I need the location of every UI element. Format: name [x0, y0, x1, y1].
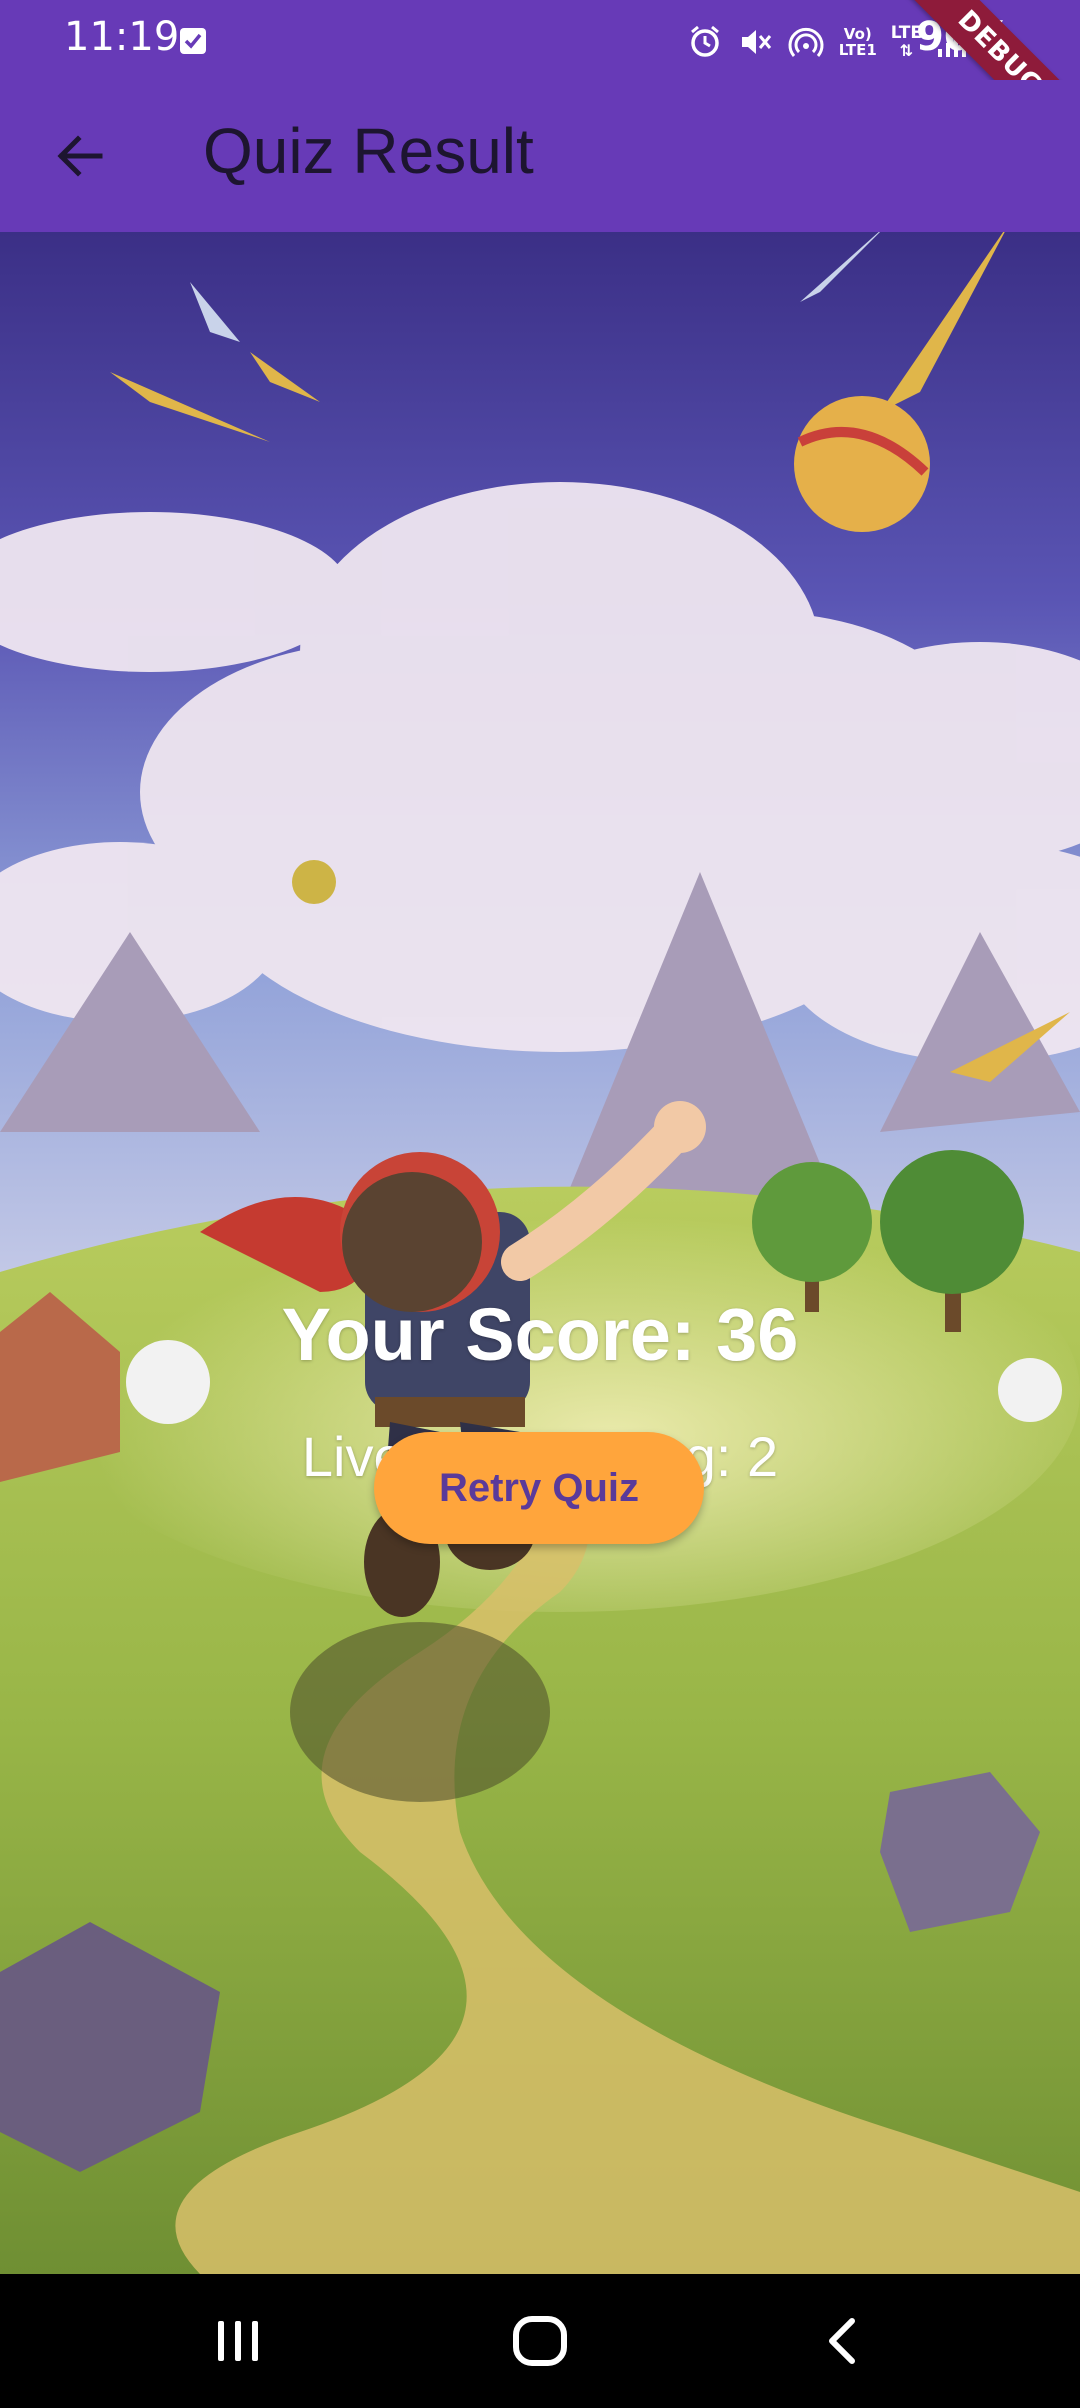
alarm-icon [690, 25, 719, 57]
result-panel: Your Score: 36 Lives Remaining: 2 Retry … [0, 232, 1080, 2274]
checkbox-notification-icon [180, 28, 206, 54]
page-title: Quiz Result [203, 115, 534, 187]
app-bar: Quiz Result [0, 80, 1080, 232]
volte-indicator: Vo) LTE1 [839, 26, 877, 58]
arrow-left-icon [57, 135, 103, 177]
recents-icon [218, 2321, 258, 2361]
home-icon [513, 2316, 567, 2366]
back-chevron-icon [829, 2318, 855, 2364]
retry-quiz-button[interactable]: Retry Quiz [374, 1432, 704, 1544]
volte-label: Vo) [843, 25, 872, 43]
system-nav-bar [0, 2274, 1080, 2408]
lte1-label: LTE1 [838, 41, 877, 59]
home-button[interactable] [460, 2274, 620, 2408]
score-text: Your Score: 36 [281, 1293, 799, 1376]
back-button[interactable] [40, 116, 120, 196]
mute-icon [741, 30, 771, 54]
hotspot-icon [788, 27, 824, 57]
status-bar: 11:19 Vo) LTE1 LTE ⇅ DEBUG [0, 0, 1080, 176]
recents-button[interactable] [158, 2274, 318, 2408]
quiz-result-screen: 11:19 Vo) LTE1 LTE ⇅ DEBUG Quiz Result Y… [0, 0, 1080, 2408]
status-time: 11:19 [64, 14, 180, 60]
nav-back-button[interactable] [764, 2274, 924, 2408]
